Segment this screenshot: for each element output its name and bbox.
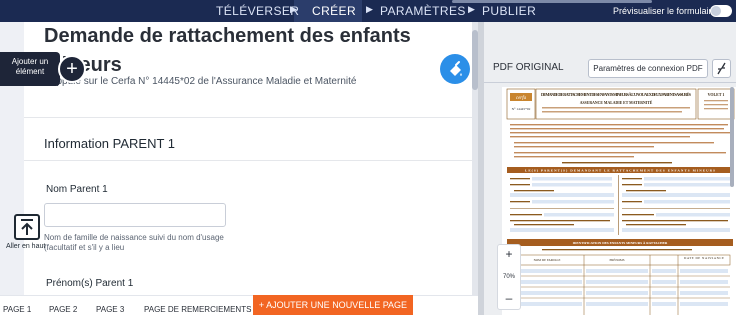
collapse-icon[interactable]	[712, 59, 731, 78]
page-tab-3[interactable]: PAGE 3	[96, 305, 124, 314]
add-page-button[interactable]: + AJOUTER UNE NOUVELLE PAGE	[253, 295, 413, 315]
pdf-heading: DEMANDE DE RATTACHEMENT DES ENFANTS MINE…	[541, 92, 692, 97]
page-tab-1[interactable]: PAGE 1	[3, 305, 31, 314]
tab-settings[interactable]: PARAMÈTRES	[380, 4, 466, 18]
zoom-in-button[interactable]: +	[498, 247, 520, 261]
nom-parent-1-input[interactable]	[44, 203, 226, 227]
chevron-right-icon: ▶	[468, 4, 475, 14]
pdf-col-firstnames: PRÉNOMS	[609, 257, 624, 262]
pdf-panel-title: PDF ORIGINAL	[493, 62, 564, 73]
section-divider	[24, 117, 472, 118]
page-tab-2[interactable]: PAGE 2	[49, 305, 77, 314]
pdf-connection-settings-button[interactable]: Paramètres de connexion PDF	[588, 59, 708, 78]
go-top-label: Aller en haut	[6, 243, 46, 250]
pdf-header-divider	[484, 82, 736, 83]
pdf-volet: VOLET 1	[708, 92, 725, 97]
zoom-level: 70%	[502, 274, 515, 280]
tab-upload[interactable]: TÉLÉVERSER	[216, 4, 299, 18]
field-label-nom-parent-1: Nom Parent 1	[46, 184, 108, 195]
pdf-band-children: IDENTIFICATION DES ENFANTS MINEURS À RAT…	[573, 240, 668, 245]
pdf-col-birthdate: DATE DE NAISSANCE	[684, 256, 724, 260]
chevron-right-icon: ▶	[290, 4, 297, 14]
pdf-logo: cerfa	[516, 96, 527, 101]
pdf-col-name: NOM DE FAMILLE	[534, 258, 561, 262]
pdf-scrollbar[interactable]	[730, 87, 734, 187]
section-title[interactable]: Information PARENT 1	[44, 136, 175, 151]
top-scroll-indicator[interactable]	[452, 0, 652, 3]
zoom-control: + 70% –	[497, 244, 521, 310]
plus-icon[interactable]: +	[58, 55, 86, 83]
form-title[interactable]: Demande de rattachement des enfants mine…	[44, 22, 424, 80]
tab-create[interactable]: CRÉER	[312, 4, 356, 18]
page-tab-thanks[interactable]: PAGE DE REMERCIEMENTS	[144, 305, 251, 314]
toggle-knob	[711, 6, 721, 16]
chevron-right-icon: ▶	[366, 4, 373, 14]
add-element-label: Ajouter un élément	[11, 57, 49, 76]
arrow-up-icon[interactable]	[14, 214, 40, 240]
pdf-band-parents: LE(S) PARENT(S) DEMANDANT LE RATTACHEMEN…	[525, 169, 715, 173]
section-divider	[24, 160, 472, 161]
field-help-text: Nom de famille de naissance suivi du nom…	[44, 233, 224, 252]
preview-toggle[interactable]	[710, 5, 732, 17]
preview-label: Prévisualiser le formulaire	[613, 6, 717, 16]
form-subtitle[interactable]: s'appuie sur le Cerfa N° 14445*02 de l'A…	[44, 76, 356, 87]
top-navigation-bar: TÉLÉVERSER ▶ CRÉER ▶ PARAMÈTRES ▶ PUBLIE…	[0, 0, 736, 22]
add-element-button[interactable]: Ajouter un élément	[0, 52, 60, 86]
pdf-cerfa-number: N° 14445*02	[512, 107, 531, 111]
tab-publish[interactable]: PUBLIER	[482, 4, 536, 18]
paint-bucket-icon[interactable]	[440, 54, 470, 84]
field-label-prenom-parent-1: Prénom(s) Parent 1	[46, 278, 134, 289]
zoom-out-button[interactable]: –	[498, 291, 520, 305]
pdf-page-preview[interactable]: cerfa N° 14445*02 DEMANDE DE RATTACHEMEN…	[502, 87, 736, 315]
pdf-subheading: ASSURANCE MALADIE ET MATERNITÉ	[580, 100, 653, 105]
